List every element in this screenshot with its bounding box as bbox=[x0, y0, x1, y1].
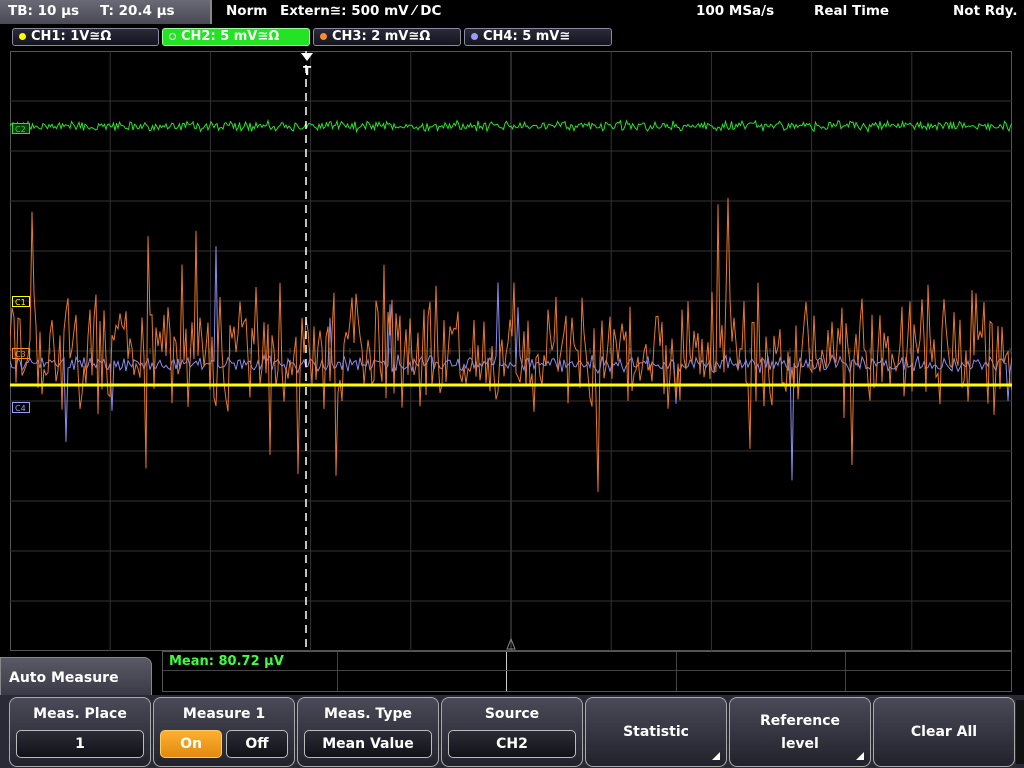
ch4-level-marker[interactable]: C4 bbox=[12, 402, 30, 413]
trigger-settings[interactable]: Extern≅: 500 mV ⁄ DC bbox=[280, 3, 441, 19]
meas-place-value[interactable]: 1 bbox=[16, 730, 144, 758]
meas-type-label: Meas. Type bbox=[324, 706, 412, 722]
source-label: Source bbox=[484, 706, 540, 722]
ch4-label: CH4: 5 mV≅ bbox=[483, 29, 571, 44]
source-value[interactable]: CH2 bbox=[448, 730, 576, 758]
reference-level-softkey[interactable]: Reference level bbox=[729, 697, 871, 767]
ch1-color-dot bbox=[19, 33, 26, 40]
ch2-label: CH2: 5 mV≅Ω bbox=[181, 29, 280, 44]
statistic-label: Statistic bbox=[623, 724, 689, 740]
ch3-level-marker[interactable]: C3 bbox=[12, 348, 30, 359]
ch1-level-marker[interactable]: C1 bbox=[12, 296, 30, 307]
source-softkey[interactable]: Source CH2 bbox=[441, 697, 583, 767]
ch2-color-dot bbox=[169, 33, 176, 40]
measure1-label: Measure 1 bbox=[182, 706, 266, 722]
measure1-on-button[interactable]: On bbox=[160, 730, 222, 758]
submenu-corner-icon bbox=[712, 752, 720, 760]
status-bar: TB: 10 µs T: 20.4 µs Norm Extern≅: 500 m… bbox=[0, 0, 1024, 24]
ch1-label: CH1: 1V≅Ω bbox=[31, 29, 112, 44]
statistic-softkey[interactable]: Statistic bbox=[585, 697, 727, 767]
waveform-display[interactable] bbox=[10, 51, 1012, 651]
scroll-edge bbox=[1016, 700, 1024, 764]
ch3-color-dot bbox=[320, 33, 327, 40]
reference-label-line2: level bbox=[781, 736, 819, 752]
menu-title: Auto Measure bbox=[0, 657, 152, 697]
measure1-softkey[interactable]: Measure 1 On Off bbox=[153, 697, 295, 767]
mean-result: Mean: 80.72 µV bbox=[169, 654, 284, 669]
clear-all-softkey[interactable]: Clear All bbox=[873, 697, 1015, 767]
timebase-box[interactable]: TB: 10 µs T: 20.4 µs bbox=[0, 0, 212, 24]
submenu-corner-icon bbox=[856, 752, 864, 760]
ch3-label: CH3: 2 mV≅Ω bbox=[332, 29, 431, 44]
ch4-color-dot bbox=[471, 33, 478, 40]
trigger-label: T bbox=[303, 64, 312, 78]
measurement-results: Mean: 80.72 µV bbox=[162, 651, 1012, 692]
menu-title-label: Auto Measure bbox=[9, 670, 119, 686]
meas-place-softkey[interactable]: Meas. Place 1 bbox=[9, 697, 151, 767]
channel-tab-ch2[interactable]: CH2: 5 mV≅Ω bbox=[162, 28, 310, 46]
acquisition-type: Real Time bbox=[814, 3, 890, 19]
trigger-time-readout: T: 20.4 µs bbox=[100, 3, 175, 19]
channel-tab-ch3[interactable]: CH3: 2 mV≅Ω bbox=[313, 28, 461, 46]
channel-tab-ch1[interactable]: CH1: 1V≅Ω bbox=[12, 28, 159, 46]
meas-place-label: Meas. Place bbox=[33, 706, 127, 722]
meas-type-softkey[interactable]: Meas. Type Mean Value bbox=[297, 697, 439, 767]
sample-rate: 100 MSa/s bbox=[696, 3, 775, 19]
channel-tab-ch4[interactable]: CH4: 5 mV≅ bbox=[464, 28, 612, 46]
timebase-readout: TB: 10 µs bbox=[8, 3, 80, 19]
clear-all-label: Clear All bbox=[910, 724, 978, 740]
ch2-level-marker[interactable]: C2 bbox=[12, 123, 30, 134]
trigger-state: Not Rdy. bbox=[953, 3, 1018, 19]
acquisition-mode[interactable]: Norm bbox=[226, 3, 267, 19]
measure1-off-button[interactable]: Off bbox=[226, 730, 288, 758]
reference-label-line1: Reference bbox=[759, 713, 841, 729]
meas-type-value[interactable]: Mean Value bbox=[304, 730, 432, 758]
